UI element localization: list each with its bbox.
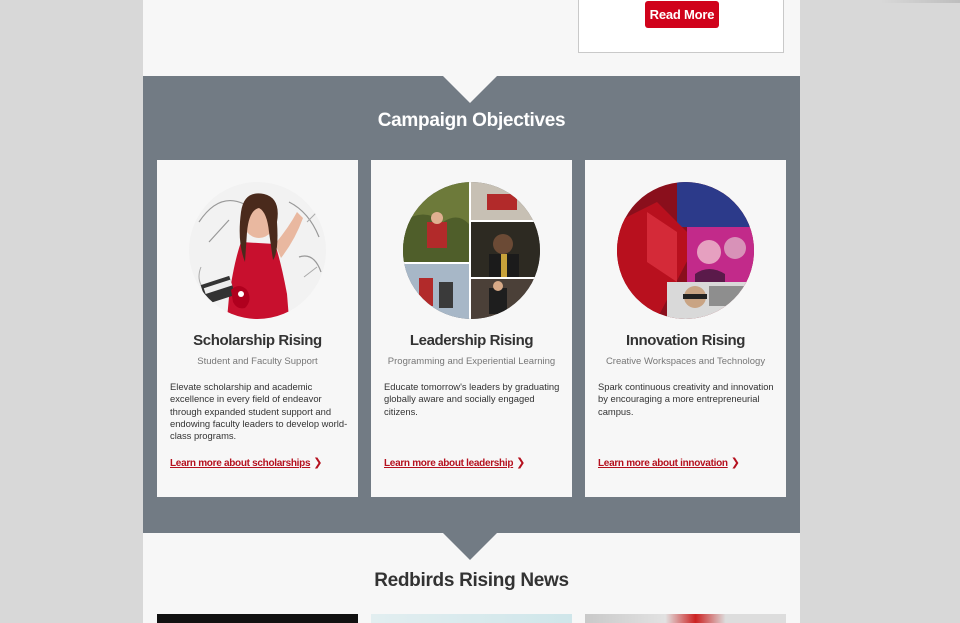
section-notch [443,533,497,560]
section-title: Campaign Objectives [377,110,566,131]
learn-more-scholarships-link[interactable]: Learn more about scholarships ❯ [170,456,322,469]
news-thumbnail[interactable] [371,614,572,623]
campaign-objectives-section: Campaign Objectives Scholarship Rising S… [143,76,800,533]
news-section: Redbirds Rising News [143,533,800,623]
learn-more-leadership-link[interactable]: Learn more about leadership ❯ [384,456,525,469]
card-description: Educate tomorrow's leaders by graduating… [384,381,560,417]
news-thumbnail[interactable] [157,614,358,623]
scholarship-student-photo [189,182,326,319]
link-label: Learn more about leadership [384,458,514,469]
card-title: Scholarship Rising [193,332,322,349]
promo-card: Read More [578,0,784,53]
card-subtitle: Creative Workspaces and Technology [605,356,766,367]
card-description: Elevate scholarship and academic excelle… [170,381,348,442]
card-subtitle: Student and Faculty Support [197,356,318,367]
leadership-photo-collage [403,182,540,319]
link-label: Learn more about innovation [598,458,728,469]
page-content: Read More Campaign Objectives Scholarshi… [143,0,800,623]
chevron-right-icon: ❯ [313,457,323,469]
innovation-photo [617,182,754,319]
news-thumbnail[interactable] [585,614,786,623]
card-subtitle: Programming and Experiential Learning [387,356,556,367]
objective-card-innovation: Innovation Rising Creative Workspaces an… [585,160,786,497]
learn-more-innovation-link[interactable]: Learn more about innovation ❯ [598,456,740,469]
card-description: Spark continuous creativity and innovati… [598,381,774,417]
objective-card-scholarship: Scholarship Rising Student and Faculty S… [157,160,358,497]
top-strip: Read More [143,0,800,76]
chevron-right-icon: ❯ [516,457,526,469]
section-notch [443,76,497,103]
read-more-button[interactable]: Read More [645,1,719,28]
objective-card-leadership: Leadership Rising Programming and Experi… [371,160,572,497]
chevron-right-icon: ❯ [730,457,740,469]
news-section-title: Redbirds Rising News [374,570,569,591]
card-title: Innovation Rising [625,332,746,349]
window-corner-shadow [880,0,960,3]
link-label: Learn more about scholarships [170,458,311,469]
card-title: Leadership Rising [409,332,534,349]
